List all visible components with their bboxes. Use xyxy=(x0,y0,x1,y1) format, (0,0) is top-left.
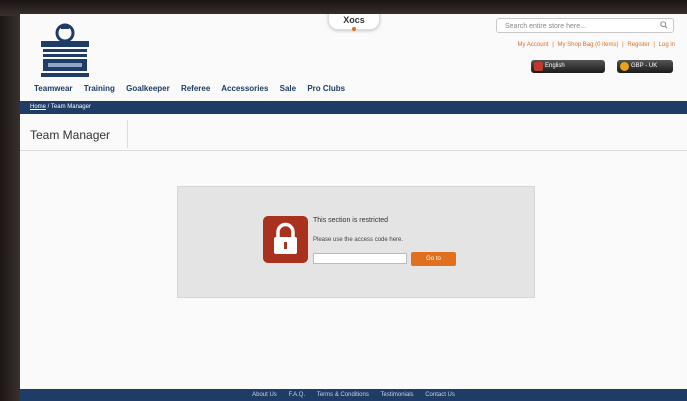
nav-item-training[interactable]: Training xyxy=(84,84,115,93)
lock-tile xyxy=(263,216,308,263)
my-account-link[interactable]: My Account xyxy=(518,42,549,48)
search-icon[interactable] xyxy=(660,21,668,29)
footer-link-contact[interactable]: Contact Us xyxy=(425,392,455,398)
title-row: Team Manager xyxy=(20,120,687,151)
flag-icon xyxy=(534,62,543,71)
footer: About Us F.A.Q. Terms & Conditions Testi… xyxy=(20,389,687,401)
account-links: My Account | My Shop Bag (0 items) | Reg… xyxy=(516,42,675,48)
screen-bezel-left xyxy=(0,0,20,401)
nav-item-goalkeeper[interactable]: Goalkeeper xyxy=(126,84,170,93)
footer-link-testimonials[interactable]: Testimonials xyxy=(381,392,414,398)
nav-item-teamwear[interactable]: Teamwear xyxy=(34,84,73,93)
nav-item-referee[interactable]: Referee xyxy=(181,84,210,93)
currency-label: GBP - UK xyxy=(631,63,658,69)
link-separator: | xyxy=(653,42,655,48)
access-code-input[interactable] xyxy=(313,253,407,264)
currency-selector[interactable]: GBP - UK xyxy=(617,60,673,73)
login-link[interactable]: Log in xyxy=(659,42,675,48)
main-nav: Teamwear Training Goalkeeper Referee Acc… xyxy=(34,84,354,93)
link-separator: | xyxy=(622,42,624,48)
breadcrumb-home-link[interactable]: Home xyxy=(30,104,46,110)
nav-item-pro-clubs[interactable]: Pro Clubs xyxy=(307,84,345,93)
register-link[interactable]: Register xyxy=(627,42,649,48)
search-placeholder: Search entire store here... xyxy=(505,23,586,30)
footer-link-about[interactable]: About Us xyxy=(252,392,277,398)
restricted-title: This section is restricted xyxy=(313,217,389,224)
search-input[interactable]: Search entire store here... xyxy=(496,18,674,33)
restricted-subtitle: Please use the access code here. xyxy=(313,237,404,243)
logo-icon xyxy=(41,23,89,77)
language-selector[interactable]: English xyxy=(531,60,605,73)
restricted-access-panel: This section is restricted Please use th… xyxy=(177,186,535,298)
center-brand-tab[interactable]: Xocs xyxy=(328,14,380,31)
footer-link-faq[interactable]: F.A.Q. xyxy=(288,392,305,398)
center-tab-label: Xocs xyxy=(343,15,365,25)
web-page: Xocs Search entire store here... My Acco… xyxy=(20,14,687,401)
link-separator: | xyxy=(552,42,554,48)
language-label: English xyxy=(545,63,565,69)
nav-item-sale[interactable]: Sale xyxy=(280,84,296,93)
shop-bag-link[interactable]: My Shop Bag (0 items) xyxy=(557,42,618,48)
footer-link-terms[interactable]: Terms & Conditions xyxy=(317,392,369,398)
breadcrumb-current: Team Manager xyxy=(50,104,91,110)
center-tab-dot xyxy=(352,27,356,31)
lock-icon xyxy=(274,222,297,254)
nav-item-accessories[interactable]: Accessories xyxy=(221,84,268,93)
page-title: Team Manager xyxy=(20,120,128,148)
site-logo[interactable] xyxy=(36,22,94,80)
go-button[interactable]: Go to xyxy=(411,252,456,266)
coin-icon xyxy=(620,62,629,71)
breadcrumb: Home / Team Manager xyxy=(20,101,687,114)
